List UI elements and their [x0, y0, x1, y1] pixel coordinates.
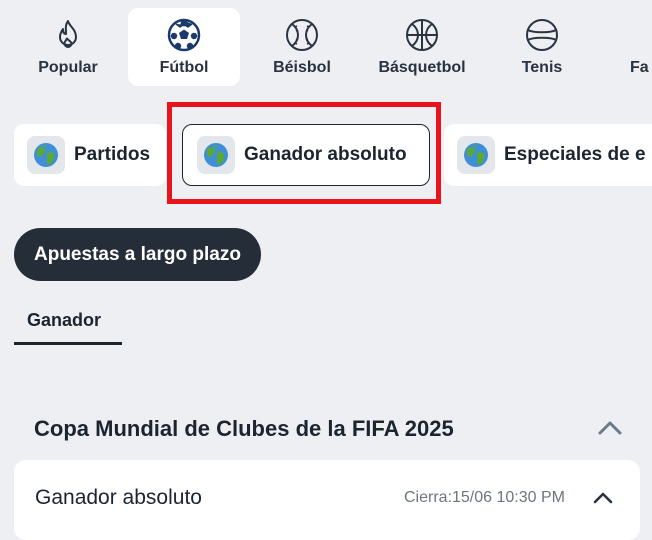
globe-icon-box: [197, 136, 235, 174]
sport-tab-beisbol[interactable]: Béisbol: [246, 8, 358, 86]
flame-icon: [59, 20, 77, 48]
sport-label: Béisbol: [273, 59, 331, 76]
globe-icon: [464, 143, 488, 167]
basketball-icon: [406, 19, 438, 51]
market-card[interactable]: Ganador absoluto Cierra:15/06 10:30 PM: [14, 460, 640, 540]
sport-label: Fa: [630, 59, 649, 76]
subtab-label: Ganador: [27, 310, 102, 330]
chevron-up-icon[interactable]: [596, 418, 624, 438]
chevron-up-icon[interactable]: [592, 490, 614, 506]
close-time: Cierra:15/06 10:30 PM: [404, 489, 565, 506]
market-tab-ganador-absoluto[interactable]: Ganador absoluto: [182, 124, 430, 186]
baseball-icon: [286, 19, 318, 51]
market-tab-partidos[interactable]: Partidos: [14, 124, 166, 186]
soccer-ball-icon: [167, 18, 201, 52]
tab-label: Especiales de e: [504, 144, 646, 165]
sport-label: Tenis: [521, 59, 563, 76]
long-term-bets-button[interactable]: Apuestas a largo plazo: [14, 228, 261, 281]
sport-tab-popular[interactable]: Popular: [12, 8, 124, 86]
market-name: Ganador absoluto: [35, 486, 202, 509]
sport-tab-basquetbol[interactable]: Básquetbol: [366, 8, 478, 86]
sport-label: Básquetbol: [378, 59, 466, 76]
tab-label: Ganador absoluto: [244, 144, 407, 165]
tennis-ball-icon: [526, 19, 558, 51]
globe-icon: [204, 143, 228, 167]
sport-tab-tenis[interactable]: Tenis: [486, 8, 598, 86]
sport-label: Popular: [38, 59, 98, 76]
tab-label: Partidos: [74, 144, 151, 165]
sport-tab-futbol[interactable]: Fútbol: [128, 8, 240, 86]
market-tab-especiales[interactable]: Especiales de e: [444, 124, 652, 186]
subtab-ganador[interactable]: Ganador: [14, 310, 122, 345]
sports-nav: Popular Fútbol Béisbol Básquetbol Tenis …: [0, 0, 652, 96]
sport-tab-more[interactable]: Fa: [602, 8, 652, 86]
globe-icon-box: [27, 136, 65, 174]
globe-icon-box: [457, 136, 495, 174]
competition-title: Copa Mundial de Clubes de la FIFA 2025: [34, 416, 454, 441]
sport-label: Fútbol: [159, 59, 209, 76]
globe-icon: [34, 143, 58, 167]
